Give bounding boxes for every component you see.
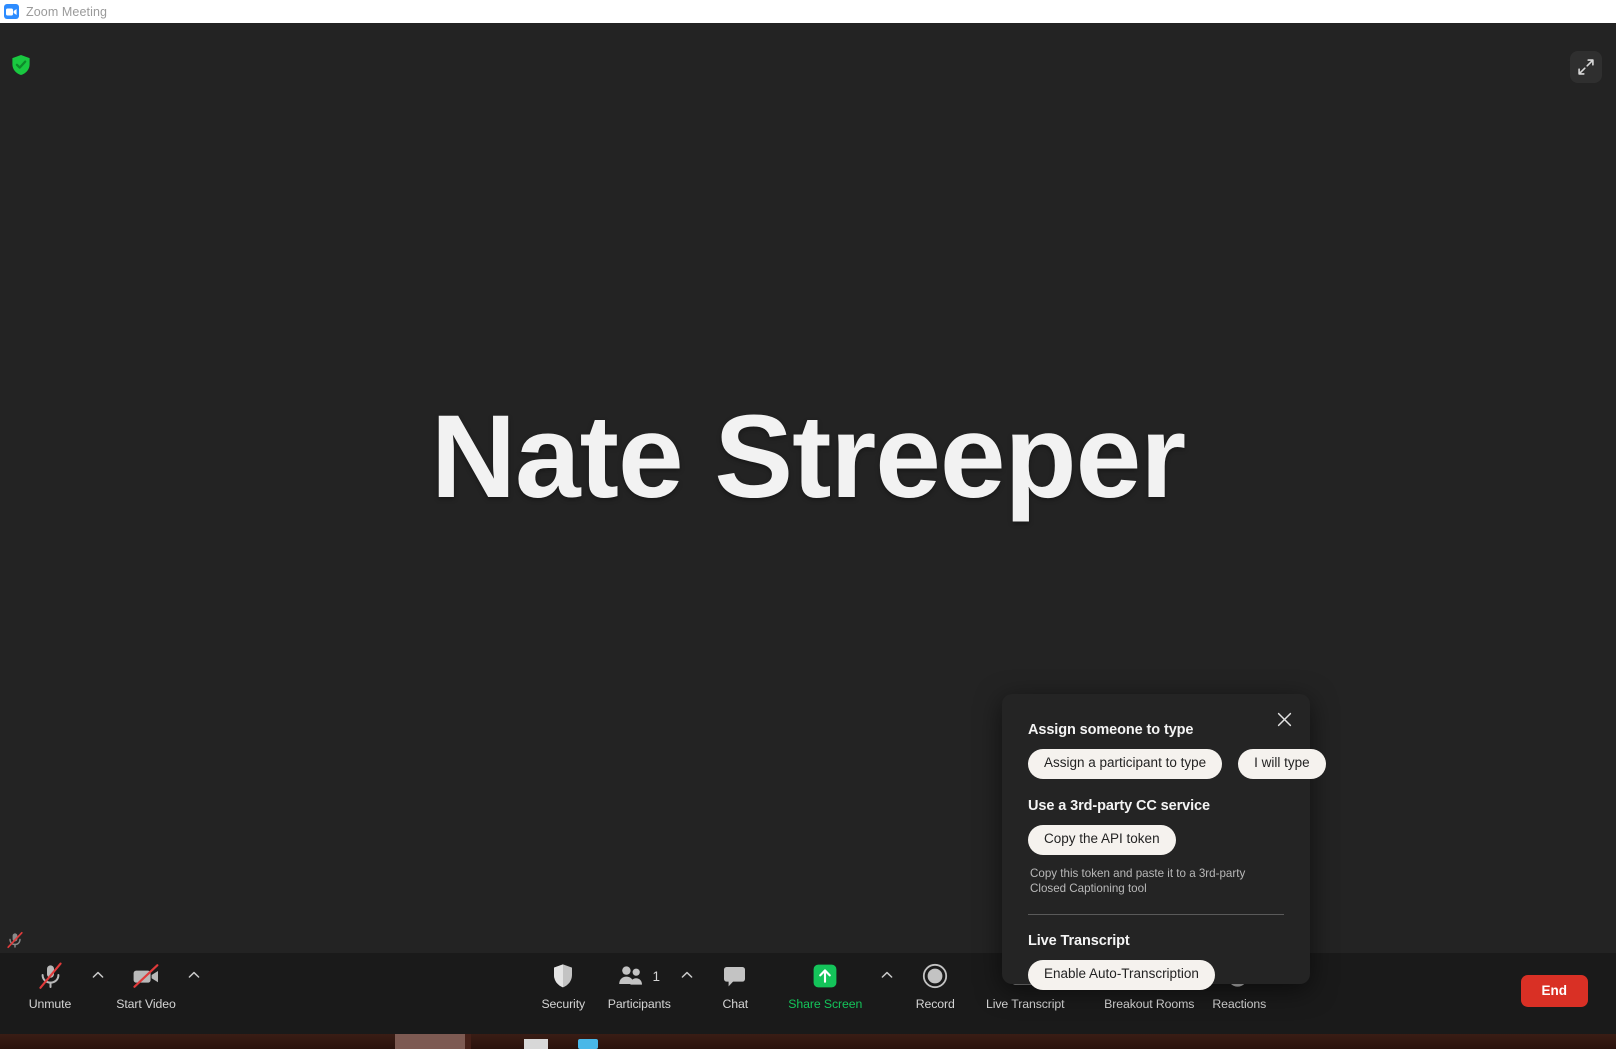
video-options-caret-icon[interactable]	[184, 962, 204, 979]
toolbar-label-reactions: Reactions	[1212, 997, 1267, 1011]
share-screen-options-caret-icon[interactable]	[877, 962, 897, 979]
i-will-type-button[interactable]: I will type	[1238, 749, 1326, 779]
desktop-artifact	[524, 1039, 548, 1049]
toolbar-label-video: Start Video	[116, 997, 176, 1011]
toolbar-label-chat: Chat	[722, 997, 749, 1011]
toolbar-item-audio[interactable]: Unmute	[12, 962, 88, 1011]
chat-bubble-icon	[722, 962, 748, 990]
participants-options-caret-icon[interactable]	[677, 962, 697, 979]
third-party-cc-heading: Use a 3rd-party CC service	[1028, 797, 1210, 814]
popup-divider	[1028, 913, 1284, 915]
video-stage: Nate Streeper	[0, 23, 1616, 953]
assign-participant-button[interactable]: Assign a participant to type	[1028, 749, 1223, 779]
window-title: Zoom Meeting	[26, 4, 108, 19]
desktop-artifact	[395, 1034, 465, 1049]
close-x-icon[interactable]	[1272, 707, 1296, 731]
zoom-video-icon	[4, 4, 19, 19]
toolbar-item-participants[interactable]: 1 Participants	[601, 962, 677, 1011]
toolbar-label-share-screen: Share Screen	[788, 997, 863, 1011]
zoom-meeting-window: Zoom Meeting Nate Streeper Assign someon…	[0, 0, 1616, 1049]
copy-token-note: Copy this token and paste it to a 3rd-pa…	[1030, 866, 1246, 896]
end-meeting-button[interactable]: End	[1520, 975, 1588, 1007]
toolbar-label-live-transcript: Live Transcript	[986, 997, 1065, 1011]
people-icon: 1	[618, 962, 660, 990]
toolbar-item-share-screen[interactable]: Share Screen	[773, 962, 877, 1011]
record-circle-icon	[922, 962, 948, 990]
live-transcript-heading: Live Transcript	[1028, 932, 1130, 949]
meeting-toolbar: Unmute Start Video Security 1 Participan…	[0, 931, 1616, 1034]
toolbar-item-record[interactable]: Record	[897, 962, 973, 1011]
closed-caption-popup: Assign someone to type Assign a particip…	[1002, 694, 1326, 990]
shield-icon	[552, 962, 574, 990]
toolbar-item-security[interactable]: Security	[525, 962, 601, 1011]
toolbar-left-group: Unmute Start Video	[0, 931, 204, 1011]
audio-options-caret-icon[interactable]	[88, 962, 108, 979]
desktop-background-strip	[0, 1034, 1616, 1049]
participant-count: 1	[652, 968, 660, 984]
toolbar-label-audio: Unmute	[28, 997, 72, 1011]
share-screen-arrow-icon	[812, 962, 838, 990]
toolbar-label-participants: Participants	[607, 997, 671, 1011]
assign-heading: Assign someone to type	[1028, 722, 1194, 738]
microphone-muted-icon	[37, 962, 64, 990]
toolbar-center-group: Security 1 Participants Chat Share Scree…	[204, 953, 1521, 1011]
microphone-muted-small-icon	[4, 929, 26, 951]
assign-button-row: Assign a participant to type I will type	[1028, 749, 1326, 779]
toolbar-item-chat[interactable]: Chat	[697, 962, 773, 1011]
toolbar-label-breakout-rooms: Breakout Rooms	[1104, 997, 1195, 1011]
toolbar-label-record: Record	[915, 997, 955, 1011]
desktop-artifact	[578, 1039, 598, 1049]
window-title-bar: Zoom Meeting	[0, 0, 1616, 23]
toolbar-item-video[interactable]: Start Video	[108, 962, 184, 1011]
copy-api-token-button[interactable]: Copy the API token	[1028, 824, 1176, 855]
toolbar-right-group: End	[1520, 953, 1616, 1007]
enable-auto-transcription-button[interactable]: Enable Auto-Transcription	[1028, 959, 1215, 990]
toolbar-label-security: Security	[541, 997, 586, 1011]
desktop-artifact	[465, 1034, 471, 1049]
speaker-name: Nate Streeper	[430, 391, 1186, 523]
video-camera-off-icon	[131, 962, 161, 990]
